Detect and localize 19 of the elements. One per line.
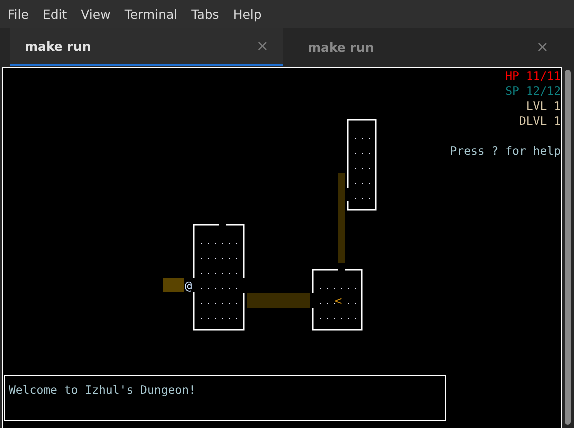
menu-item[interactable]: View	[81, 6, 111, 22]
stairs-glyph: <	[335, 294, 342, 308]
menu-item[interactable]: Help	[233, 6, 262, 22]
room-drawing	[312, 269, 363, 331]
menu-item[interactable]: Tabs	[192, 6, 220, 22]
stat-text: DLVL 1	[519, 114, 561, 129]
menu-item[interactable]: Terminal	[124, 6, 178, 22]
scrollbar[interactable]	[565, 70, 571, 425]
menu-item[interactable]: File	[8, 6, 29, 22]
stat-text: LVL 1	[526, 99, 561, 114]
message-text: Welcome to Izhul's Dungeon!	[9, 383, 196, 397]
tab[interactable]: make run ×	[10, 28, 283, 66]
stat-text: SP 12/12	[506, 84, 561, 99]
help-hint: Press ? for help	[450, 144, 561, 159]
corridor	[163, 278, 184, 292]
corridor	[247, 293, 310, 308]
menu-item[interactable]: Edit	[42, 6, 68, 22]
player-glyph: @	[185, 279, 192, 293]
stat-text: HP 11/11	[506, 69, 561, 84]
